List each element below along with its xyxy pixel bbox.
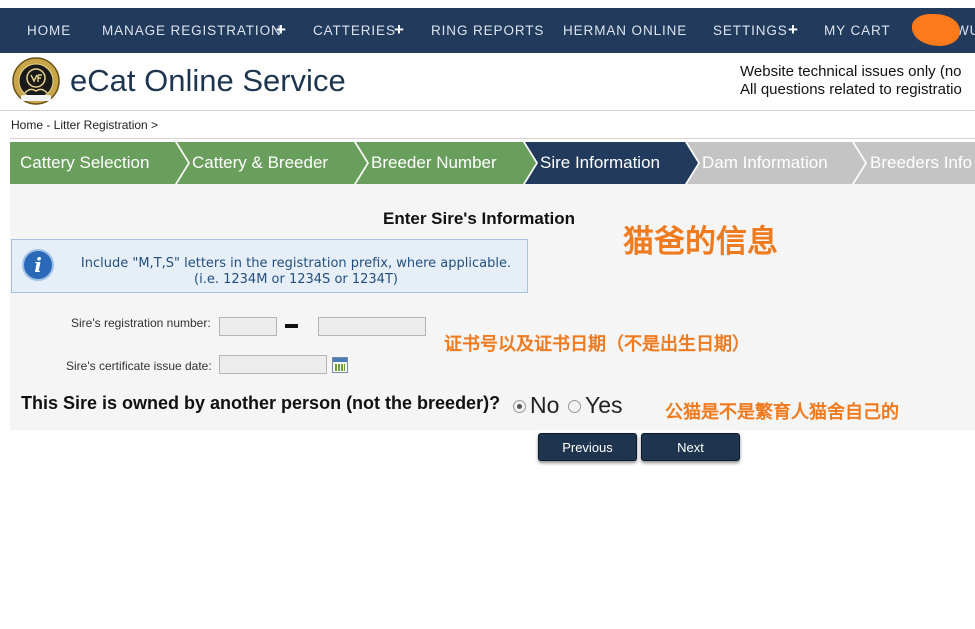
reg-number-label: Sire's registration number: xyxy=(71,316,211,330)
owner-yes-radio[interactable] xyxy=(568,400,581,413)
main-navbar: HOME MANAGE REGISTRATION + CATTERIES + R… xyxy=(0,8,975,53)
calendar-icon[interactable] xyxy=(332,357,348,373)
owner-no-radio[interactable] xyxy=(513,400,526,413)
form-title: Enter Sire's Information xyxy=(383,209,576,228)
settings-expand-icon[interactable]: + xyxy=(788,8,798,53)
step-cattery-breeder[interactable]: Cattery & Breeder xyxy=(192,142,328,184)
support-notice: Website technical issues only (no All qu… xyxy=(740,63,962,99)
manage-registration-expand-icon[interactable]: + xyxy=(276,8,286,53)
redaction-mark xyxy=(912,14,960,46)
previous-button[interactable]: Previous xyxy=(538,433,637,461)
step-dam-information: Dam Information xyxy=(702,153,828,172)
nav-manage-registration[interactable]: MANAGE REGISTRATION xyxy=(102,8,282,53)
reg-prefix-input[interactable] xyxy=(219,317,277,336)
info-icon: i xyxy=(22,249,54,281)
step-cattery-selection[interactable]: Cattery Selection xyxy=(20,142,149,184)
breadcrumb-divider xyxy=(10,138,975,139)
owner-yes-label[interactable]: Yes xyxy=(585,392,623,419)
reg-number-dash xyxy=(285,324,298,328)
cert-date-label: Sire's certificate issue date: xyxy=(66,359,212,373)
notice-line-2: All questions related to registratio xyxy=(740,81,962,98)
owner-no-label[interactable]: No xyxy=(530,392,559,419)
site-title: eCat Online Service xyxy=(70,63,346,98)
info-message: i Include "M,T,S" letters in the registr… xyxy=(11,239,528,293)
owner-question: This Sire is owned by another person (no… xyxy=(21,393,501,413)
annotation-owner-note: 公猫是不是繁育人猫舍自己的 xyxy=(665,402,899,423)
reg-number-input[interactable] xyxy=(318,317,426,336)
step-sire-information: Sire Information xyxy=(540,153,660,172)
nav-settings[interactable]: SETTINGS xyxy=(713,8,788,53)
info-line-2: (i.e. 1234M or 1234S or 1234T) xyxy=(194,272,398,287)
nav-herman-online[interactable]: HERMAN ONLINE xyxy=(563,8,687,53)
wizard-steps: Cattery Selection Cattery & Breeder Bree… xyxy=(10,142,975,184)
catteries-expand-icon[interactable]: + xyxy=(394,8,404,53)
nav-catteries[interactable]: CATTERIES xyxy=(313,8,396,53)
cfa-logo xyxy=(12,57,60,105)
top-strip xyxy=(0,0,975,8)
nav-ring-reports[interactable]: RING REPORTS xyxy=(431,8,544,53)
info-line-1: Include "M,T,S" letters in the registrat… xyxy=(80,256,512,271)
annotation-sire-info: 猫爸的信息 xyxy=(623,224,778,260)
info-text: Include "M,T,S" letters in the registrat… xyxy=(68,256,524,288)
step-breeder-number[interactable]: Breeder Number xyxy=(371,142,497,184)
nav-home[interactable]: HOME xyxy=(27,8,71,53)
notice-line-1: Website technical issues only (no xyxy=(740,63,962,80)
nav-my-cart[interactable]: MY CART xyxy=(824,8,891,53)
next-button[interactable]: Next xyxy=(641,433,740,461)
cert-date-input[interactable] xyxy=(219,355,327,374)
breadcrumb[interactable]: Home - Litter Registration > xyxy=(11,118,158,132)
annotation-cert-note: 证书号以及证书日期（不是出生日期） xyxy=(444,334,750,355)
step-breeders-info: Breeders Info xyxy=(870,153,973,172)
brand-header: eCat Online Service Website technical is… xyxy=(0,53,975,111)
